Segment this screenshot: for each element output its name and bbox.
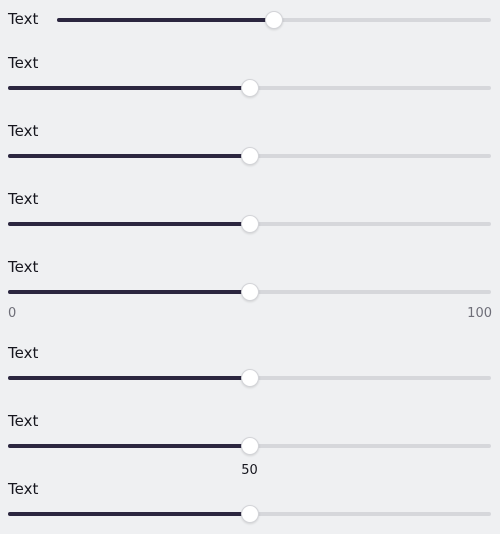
slider-max-label: 100: [467, 306, 492, 321]
slider-thumb[interactable]: [240, 79, 259, 97]
slider-label: Text: [8, 54, 39, 72]
slider-label: Text: [8, 122, 39, 140]
slider-fill: [8, 376, 250, 380]
slider-fill: [8, 444, 250, 448]
slider-thumb[interactable]: [265, 11, 283, 29]
slider-track[interactable]: [8, 369, 491, 387]
slider-fill: [8, 154, 250, 158]
slider-fill: [8, 512, 250, 516]
slider-value-label: 50: [241, 463, 258, 478]
slider-track[interactable]: [8, 283, 491, 301]
slider-showcase: Text Text Text Text Text 0 100 Text Text…: [0, 0, 500, 534]
slider-fill: [57, 18, 274, 22]
slider-label: Text: [8, 190, 39, 208]
slider-label: Text: [8, 344, 39, 362]
slider-track[interactable]: [8, 437, 491, 455]
slider-thumb[interactable]: [240, 147, 259, 165]
slider-track[interactable]: [8, 79, 491, 97]
slider-label: Text: [8, 258, 39, 276]
slider-thumb[interactable]: [240, 437, 259, 455]
slider-track[interactable]: [57, 11, 491, 29]
slider-fill: [8, 222, 250, 226]
slider-track[interactable]: [8, 215, 491, 233]
slider-label: Text: [8, 480, 39, 498]
slider-min-label: 0: [8, 306, 17, 321]
slider-label: Text: [8, 10, 39, 28]
slider-thumb[interactable]: [240, 369, 259, 387]
slider-label: Text: [8, 412, 39, 430]
slider-thumb[interactable]: [240, 215, 259, 233]
slider-fill: [8, 86, 250, 90]
slider-thumb[interactable]: [240, 283, 259, 301]
slider-track[interactable]: [8, 147, 491, 165]
slider-thumb[interactable]: [240, 505, 259, 523]
slider-track[interactable]: [8, 505, 491, 523]
slider-fill: [8, 290, 250, 294]
